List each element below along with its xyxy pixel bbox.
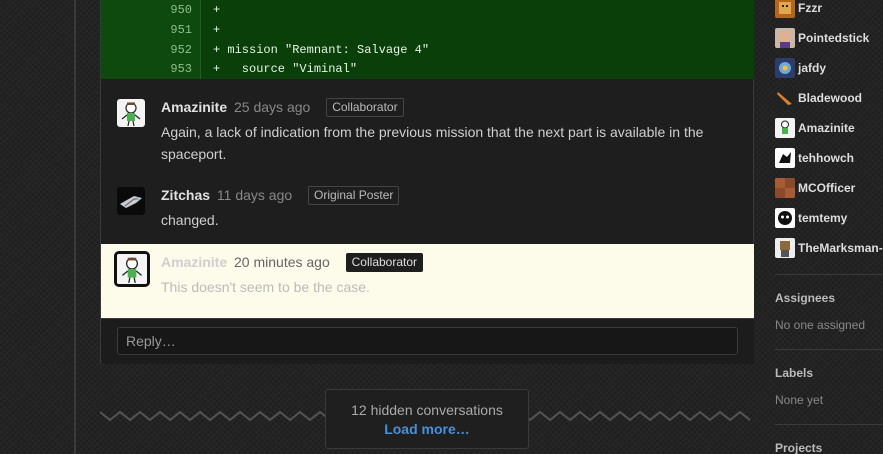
themarksman-avatar xyxy=(775,238,795,258)
diff-line-code: + xyxy=(213,3,221,17)
sidebar: Fzzr Pointedstick jafdy Bladewood Amazin… xyxy=(775,0,883,454)
bladewood-avatar xyxy=(775,88,795,108)
comment-timestamp[interactable]: 11 days ago xyxy=(217,187,292,203)
comment-body: changed. xyxy=(161,212,219,228)
diff-snippet: 950 + 951 + 952 + mission "Remnant: Salv… xyxy=(101,0,754,79)
participant-name: tehhowch xyxy=(798,151,854,165)
participant-name: TheMarksman- xyxy=(798,241,883,255)
review-comment: Amazinite 25 days ago Collaborator Again… xyxy=(101,97,754,167)
diff-line: 953 + source "Viminal" xyxy=(101,59,754,79)
comment-timestamp[interactable]: 25 days ago xyxy=(234,99,310,115)
diff-line: 951 + xyxy=(101,20,754,40)
sidebar-divider xyxy=(775,274,883,275)
sidebar-divider xyxy=(775,424,883,425)
diff-line-code: + mission "Remnant: Salvage 4" xyxy=(213,43,430,57)
amazinite-avatar[interactable] xyxy=(117,99,145,127)
participant-name: Amazinite xyxy=(798,121,855,135)
comment-header: Amazinite 25 days ago Collaborator xyxy=(161,97,404,117)
comment-author[interactable]: Zitchas xyxy=(161,187,210,203)
reply-input[interactable] xyxy=(117,327,738,355)
timeline-line xyxy=(74,0,76,454)
participant-name: MCOfficer xyxy=(798,181,856,195)
diff-line-number[interactable]: 952 xyxy=(132,40,192,60)
reply-row xyxy=(101,318,754,364)
comment-author[interactable]: Amazinite xyxy=(161,99,227,115)
tehhowch-avatar xyxy=(775,148,795,168)
assignees-heading[interactable]: Assignees xyxy=(775,291,835,305)
diff-line: 950 + xyxy=(101,0,754,20)
labels-heading[interactable]: Labels xyxy=(775,366,813,380)
amazinite-avatar[interactable] xyxy=(114,251,150,287)
amazinite-avatar xyxy=(775,118,795,138)
comment-header: Zitchas 11 days ago Original Poster xyxy=(161,185,400,205)
comment-timestamp[interactable]: 20 minutes ago xyxy=(234,254,330,270)
assignees-value: No one assigned xyxy=(775,318,866,332)
participant-name: Bladewood xyxy=(798,91,863,105)
participant-name: temtemy xyxy=(798,211,848,225)
zitchas-avatar[interactable] xyxy=(117,187,145,215)
participant-name: Fzzr xyxy=(798,1,822,15)
highlighted-comment: Amazinite 20 minutes ago Collaborator Th… xyxy=(101,244,754,318)
participant-name: jafdy xyxy=(798,61,827,75)
participant-name: Pointedstick xyxy=(798,31,870,45)
pointedstick-avatar xyxy=(775,28,795,48)
load-more-button[interactable]: Load more… xyxy=(326,419,528,439)
comment-header: Amazinite 20 minutes ago Collaborator xyxy=(161,252,424,272)
comment-thread: 950 + 951 + 952 + mission "Remnant: Salv… xyxy=(100,0,754,364)
hidden-conversations-box: 12 hidden conversations Load more… xyxy=(325,389,529,449)
comment-body: This doesn't seem to be the case. xyxy=(161,279,370,295)
collaborator-badge: Collaborator xyxy=(345,253,424,272)
diff-line: 952 + mission "Remnant: Salvage 4" xyxy=(101,40,754,60)
review-comment: Zitchas 11 days ago Original Poster chan… xyxy=(101,185,754,235)
diff-line-code: + xyxy=(213,23,221,37)
fzzr-avatar xyxy=(775,0,795,18)
comment-body: Again, a lack of indication from the pre… xyxy=(161,124,704,162)
diff-line-number[interactable]: 951 xyxy=(132,20,192,40)
diff-line-number[interactable]: 950 xyxy=(132,0,192,20)
hidden-conversations-count: 12 hidden conversations xyxy=(351,402,503,418)
sidebar-divider xyxy=(775,349,883,350)
temtemy-avatar xyxy=(775,208,795,228)
original-poster-badge: Original Poster xyxy=(308,186,400,205)
projects-heading[interactable]: Projects xyxy=(775,441,822,454)
diff-line-code: + source "Viminal" xyxy=(213,62,358,76)
jafdy-avatar xyxy=(775,58,795,78)
comment-author[interactable]: Amazinite xyxy=(161,254,227,270)
mcofficer-avatar xyxy=(775,178,795,198)
collaborator-badge: Collaborator xyxy=(326,98,404,117)
diff-line-number[interactable]: 953 xyxy=(132,59,192,79)
labels-value: None yet xyxy=(775,393,824,407)
